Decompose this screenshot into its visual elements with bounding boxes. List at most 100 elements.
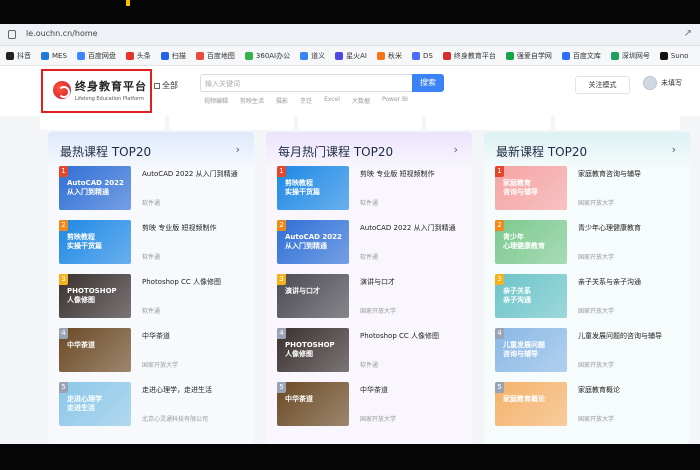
course-thumbnail[interactable]: 2 剪映教程 实操干货篇 xyxy=(59,220,131,264)
course-title[interactable]: 演讲与口才 xyxy=(360,277,395,287)
course-thumbnail[interactable]: 5 家庭教育概论 xyxy=(495,382,567,426)
course-item[interactable]: 5 家庭教育概论 家庭教育概论 国家开放大学 xyxy=(495,382,685,428)
hot-word-link[interactable]: 剪映生活 xyxy=(240,96,264,105)
share-icon[interactable]: ↗ xyxy=(684,28,692,39)
course-item[interactable]: 4 儿童发展问题 咨询与辅导 儿童发展问题的咨询与辅导 国家开放大学 xyxy=(495,328,685,374)
all-categories-button[interactable]: 全部 xyxy=(154,80,178,91)
course-provider: 软件通 xyxy=(360,254,379,261)
banner-4[interactable] xyxy=(426,116,552,130)
bookmark-item[interactable]: 百度网盘 xyxy=(76,51,116,61)
banner-1[interactable] xyxy=(40,116,165,130)
course-item[interactable]: 4 中华茶道 中华茶道 国家开放大学 xyxy=(59,328,249,374)
course-thumbnail[interactable]: 1 剪映教程 实操干货篇 xyxy=(277,166,349,210)
course-thumbnail[interactable]: 3 演讲与口才 xyxy=(277,274,349,318)
hot-word-link[interactable]: Excel xyxy=(324,96,340,105)
hot-word-link[interactable]: 摄影 xyxy=(276,96,288,105)
address-bar[interactable]: le.ouchn.cn/home ↗ xyxy=(0,24,700,46)
user-menu[interactable]: 未填写 xyxy=(643,76,682,90)
course-thumbnail[interactable]: 2 AutoCAD 2022 从入门到精通 xyxy=(277,220,349,264)
hot-word-link[interactable]: Power BI xyxy=(382,96,408,105)
bookmark-item[interactable]: MES xyxy=(41,51,67,60)
bookmark-item[interactable]: 深圳网号 xyxy=(610,51,650,61)
course-title[interactable]: AutoCAD 2022 从入门到精通 xyxy=(360,223,456,233)
course-thumbnail[interactable]: 4 PHOTOSHOP 人像修图 xyxy=(277,328,349,372)
bookmark-item[interactable]: 百度地图 xyxy=(195,51,235,61)
course-item[interactable]: 1 家庭教育 咨询与辅导 家庭教育咨询与辅导 国家开放大学 xyxy=(495,166,685,212)
bookmark-item[interactable]: 抖音 xyxy=(6,51,31,61)
course-thumbnail[interactable]: 3 PHOTOSHOP 人像修图 xyxy=(59,274,131,318)
bookmark-item[interactable]: Suno xyxy=(659,51,688,60)
course-title[interactable]: 儿童发展问题的咨询与辅导 xyxy=(578,331,662,341)
course-thumbnail[interactable]: 4 儿童发展问题 咨询与辅导 xyxy=(495,328,567,372)
bookmark-item[interactable]: 扫描 xyxy=(160,51,186,61)
bookmark-icon xyxy=(561,51,570,60)
column-monthly: 每月热门课程 TOP20 › 1 剪映教程 实操干货篇 剪映 专业版 短视频制作 软件通 2… xyxy=(266,132,472,444)
course-item[interactable]: 3 演讲与口才 演讲与口才国家开放大学 xyxy=(277,274,467,320)
url-text[interactable]: le.ouchn.cn/home xyxy=(26,29,98,38)
course-thumbnail[interactable]: 3 亲子关系 亲子沟通 xyxy=(495,274,567,318)
hot-word-link[interactable]: 大数据 xyxy=(352,96,370,105)
bookmark-icon xyxy=(610,51,619,60)
bookmark-item[interactable]: 360AI办公 xyxy=(244,51,290,61)
banner-5[interactable] xyxy=(555,116,680,130)
logo-icon xyxy=(53,81,71,99)
course-item[interactable]: 4 PHOTOSHOP 人像修图 Photoshop CC 人像修图 软件通 xyxy=(277,328,467,374)
course-item[interactable]: 5 走进心理学 走进生活 走进心理学，走进生活 北京心灵通科技有限公司 xyxy=(59,382,249,428)
course-title[interactable]: 走进心理学，走进生活 xyxy=(142,385,212,395)
bookmark-item[interactable]: 强爱自学网 xyxy=(505,51,552,61)
course-title[interactable]: 中华茶道 xyxy=(360,385,388,395)
bookmark-item[interactable]: 秋米 xyxy=(376,51,402,61)
bookmark-label: 强爱自学网 xyxy=(516,51,552,60)
chevron-right-icon[interactable]: › xyxy=(236,143,240,156)
search-button[interactable]: 搜索 xyxy=(412,74,444,92)
bookmark-item[interactable]: 头条 xyxy=(125,51,151,61)
course-title[interactable]: 剪映 专业版 短视频制作 xyxy=(360,169,434,179)
course-thumbnail[interactable]: 2 青少年 心理健康教育 xyxy=(495,220,567,264)
course-title[interactable]: 亲子关系与亲子沟通 xyxy=(578,277,641,287)
course-title[interactable]: 中华茶道 xyxy=(142,331,170,341)
bookmark-label: 深圳网号 xyxy=(621,51,650,60)
video-bottom-strip xyxy=(0,444,700,470)
chevron-right-icon[interactable]: › xyxy=(672,143,676,156)
top-marker xyxy=(126,0,130,6)
course-item[interactable]: 3 亲子关系 亲子沟通 亲子关系与亲子沟通 国家开放大学 xyxy=(495,274,685,320)
course-item[interactable]: 1 AutoCAD 2022 从入门到精通 AutoCAD 2022 从入门到精通软… xyxy=(59,166,249,212)
course-title[interactable]: Photoshop CC 人像修图 xyxy=(142,277,221,287)
course-provider: 国家开放大学 xyxy=(360,308,397,315)
course-thumbnail[interactable]: 1 AutoCAD 2022 从入门到精通 xyxy=(59,166,131,210)
chevron-right-icon[interactable]: › xyxy=(454,143,458,156)
course-item[interactable]: 1 剪映教程 实操干货篇 剪映 专业版 短视频制作 软件通 xyxy=(277,166,467,212)
hot-word-link[interactable]: 视频编辑 xyxy=(204,96,228,105)
course-item[interactable]: 2 青少年 心理健康教育 青少年心理健康教育 国家开放大学 xyxy=(495,220,685,266)
bookmark-item[interactable]: DS xyxy=(411,51,433,60)
bookmark-label: 道义 xyxy=(311,51,326,60)
course-provider: 软件通 xyxy=(360,362,379,369)
course-title[interactable]: 剪映 专业版 短视频制作 xyxy=(142,223,216,233)
thumbnail-caption: 亲子关系 亲子沟通 xyxy=(503,287,531,304)
hot-word-link[interactable]: 烹饪 xyxy=(300,96,312,105)
bookmark-item[interactable]: 终身教育平台 xyxy=(442,51,496,61)
banner-3[interactable] xyxy=(297,116,423,130)
course-item[interactable]: 5 中华茶道 中华茶道 国家开放大学 xyxy=(277,382,467,428)
course-thumbnail[interactable]: 4 中华茶道 xyxy=(59,328,131,372)
course-thumbnail[interactable]: 1 家庭教育 咨询与辅导 xyxy=(495,166,567,210)
bookmark-icon xyxy=(76,51,85,60)
bookmark-item[interactable]: 百度文库 xyxy=(561,51,601,61)
search-input[interactable]: 输入关键词 xyxy=(200,74,412,92)
course-title[interactable]: Photoshop CC 人像修图 xyxy=(360,331,439,341)
course-thumbnail[interactable]: 5 走进心理学 走进生活 xyxy=(59,382,131,426)
course-item[interactable]: 2 剪映教程 实操干货篇 剪映 专业版 短视频制作 软件通 xyxy=(59,220,249,266)
course-title[interactable]: 青少年心理健康教育 xyxy=(578,223,641,233)
course-thumbnail[interactable]: 5 中华茶道 xyxy=(277,382,349,426)
follow-mode-button[interactable]: 关注模式 xyxy=(575,76,630,94)
bookmark-item[interactable]: 星火AI xyxy=(335,51,367,61)
bookmark-item[interactable]: 道义 xyxy=(300,51,325,61)
logo-highlight[interactable]: 终身教育平台 Lifelong Education Platform xyxy=(41,69,152,113)
course-item[interactable]: 3 PHOTOSHOP 人像修图 Photoshop CC 人像修图 软件通 xyxy=(59,274,249,320)
course-title[interactable]: 家庭教育咨询与辅导 xyxy=(578,169,641,179)
course-item[interactable]: 2 AutoCAD 2022 从入门到精通 AutoCAD 2022 从入门到精通软… xyxy=(277,220,467,266)
course-title[interactable]: 家庭教育概论 xyxy=(578,385,620,395)
banner-2[interactable] xyxy=(168,116,294,130)
course-title[interactable]: AutoCAD 2022 从入门到精通 xyxy=(142,169,238,179)
user-name: 未填写 xyxy=(661,79,682,87)
